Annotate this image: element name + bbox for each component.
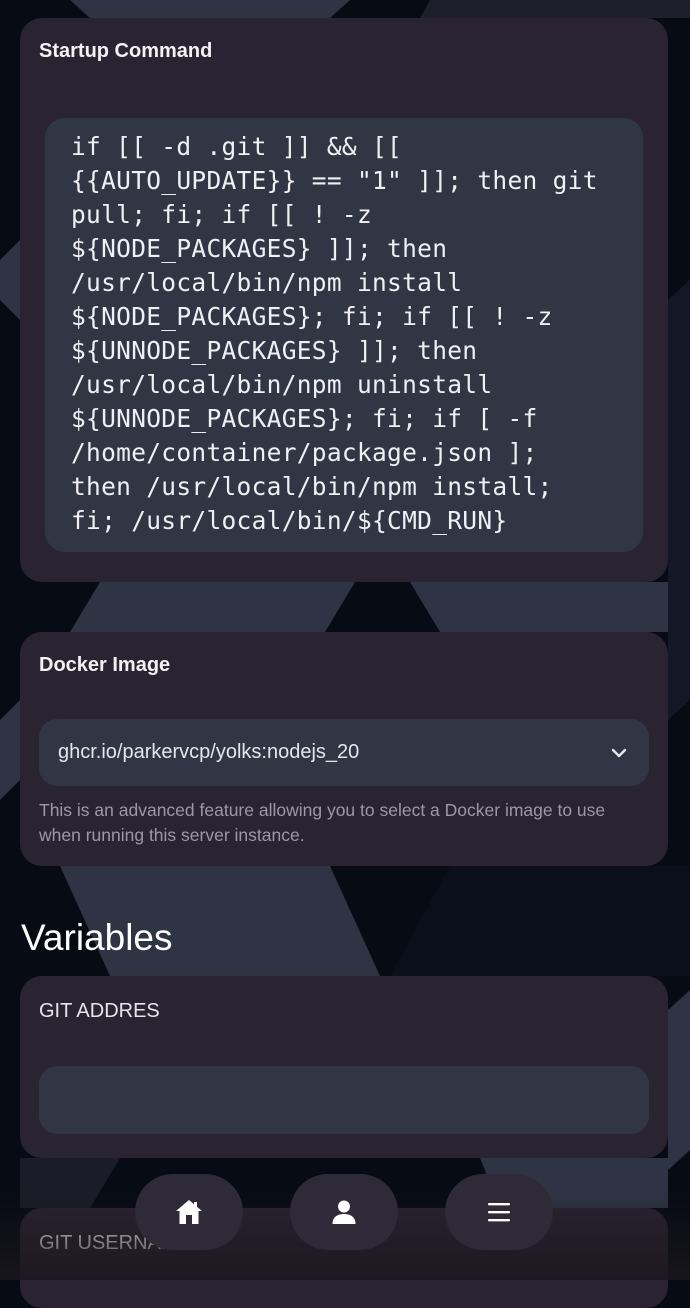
variable-label: GIT ADDRES [39,1000,160,1022]
user-icon [332,1200,356,1224]
nav-home-button[interactable] [135,1174,243,1250]
code-line: then /usr/local/bin/npm install; [71,472,553,501]
nav-menu-button[interactable] [445,1174,553,1250]
code-line: {{AUTO_UPDATE}} == "1" ]]; then git [71,166,598,195]
code-line: ${UNNODE_PACKAGES}; fi; if [ -f [71,404,538,433]
code-line: ${NODE_PACKAGES} ]]; then [71,234,448,263]
code-line: if [[ -d .git ]] && [[ [71,132,403,161]
startup-command-code: if [[ -d .git ]] && [[ {{AUTO_UPDATE}} =… [45,118,643,552]
code-line: pull; fi; if [[ ! -z [71,200,373,229]
startup-command-card: Startup Command if [[ -d .git ]] && [[ {… [20,18,668,582]
docker-image-select[interactable]: ghcr.io/parkervcp/yolks:nodejs_20 [39,719,649,786]
code-line: fi; /usr/local/bin/${CMD_RUN} [71,506,508,535]
nav-account-button[interactable] [290,1174,398,1250]
chevron-down-icon [611,748,627,758]
menu-icon [488,1203,510,1222]
git-address-input[interactable] [39,1066,649,1134]
code-line: ${UNNODE_PACKAGES} ]]; then [71,336,478,365]
code-line: /home/container/package.json ]; [71,438,538,467]
home-icon [176,1200,202,1224]
docker-image-selected-value: ghcr.io/parkervcp/yolks:nodejs_20 [58,741,360,763]
code-line: /usr/local/bin/npm uninstall [71,370,493,399]
startup-command-title: Startup Command [39,40,213,62]
code-line: /usr/local/bin/npm install [71,268,463,297]
docker-image-title: Docker Image [39,654,171,676]
variable-card-git-address: GIT ADDRES [20,976,668,1158]
variables-heading: Variables [21,917,173,958]
docker-image-help-text: This is an advanced feature allowing you… [39,800,606,845]
code-line: ${NODE_PACKAGES}; fi; if [[ ! -z [71,302,553,331]
docker-image-card: Docker Image ghcr.io/parkervcp/yolks:nod… [20,632,668,866]
